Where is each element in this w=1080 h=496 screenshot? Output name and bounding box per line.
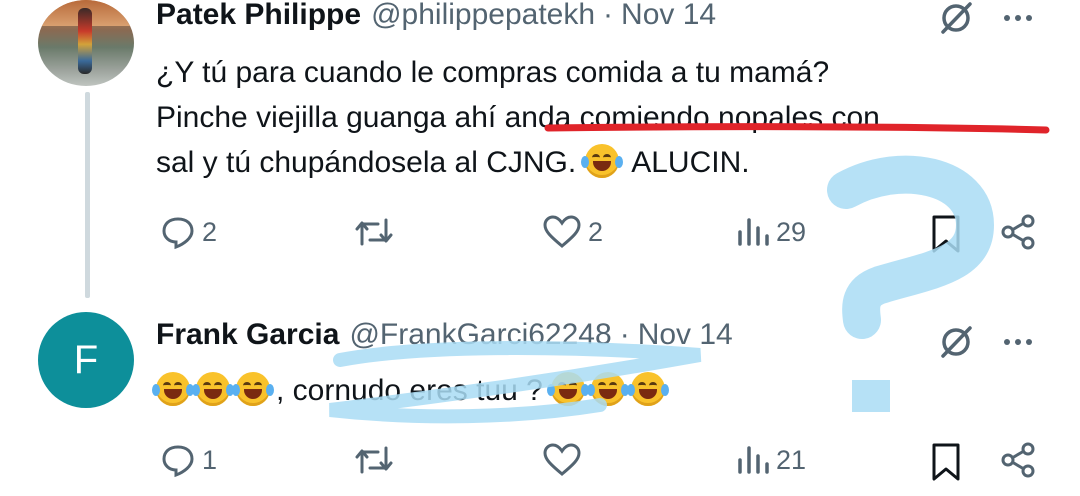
views-icon [738,446,769,474]
reply-button[interactable]: 1 [160,442,217,478]
tweet-text-line: sal y tú chupándosela al CJNG. ALUCIN. [156,140,880,185]
tweet-text-segment: sal y tú chupándosela al CJNG. [156,146,585,179]
more-icon[interactable] [998,0,1038,36]
tweet-text-segment: , cornudo eres tuu ? [276,374,552,407]
tweet-text-line: ¿Y tú para cuando le compras comida a tu… [156,56,830,89]
reply-count: 1 [202,444,218,475]
tweet-text: , cornudo eres tuu ? [152,368,671,413]
views-count: 21 [776,444,807,475]
like-icon [543,443,581,476]
avatar[interactable]: F [38,312,134,408]
author-handle[interactable]: @philippepatekh [371,0,595,32]
share-button[interactable] [1000,214,1036,250]
like-button[interactable] [542,442,588,478]
rofl-emoji [232,372,274,406]
bookmark-icon [932,443,960,481]
tears-of-joy-emoji [580,144,623,178]
action-bar: 2 2 29 [0,214,1080,264]
tweet-text: ¿Y tú para cuando le compras comida a tu… [156,50,880,185]
bookmark-button[interactable] [930,442,962,482]
action-bar: 1 21 [0,442,1080,492]
like-button[interactable]: 2 [542,214,603,250]
share-button[interactable] [1000,442,1036,478]
avatar[interactable] [38,0,134,86]
separator: · [603,0,614,31]
tweet-1[interactable]: Patek Philippe @philippepatekh · Nov 14 … [0,0,1080,300]
bookmark-button[interactable] [930,214,962,254]
rofl-emoji [627,372,670,406]
repost-button[interactable] [354,442,400,478]
thread-line [85,92,90,298]
repost-icon [355,218,393,246]
grok-icon[interactable] [938,0,974,36]
reply-icon [162,445,194,478]
views-button[interactable]: 29 [736,214,806,250]
share-icon [1001,442,1035,478]
tweet-date[interactable]: Nov 14 [621,0,716,32]
reply-button[interactable]: 2 [160,214,217,250]
views-icon [738,218,769,246]
repost-button[interactable] [354,214,400,250]
more-icon[interactable] [998,324,1038,360]
tweet-2[interactable]: F Frank Garcia @FrankGarci62248 · Nov 14… [0,300,1080,496]
separator: · [619,318,630,351]
views-button[interactable]: 21 [736,442,806,478]
like-count: 2 [588,216,604,247]
tweet-date[interactable]: Nov 14 [638,318,733,352]
views-count: 29 [776,216,807,247]
reply-icon [162,217,194,250]
tweet-header: Patek Philippe @philippepatekh · Nov 14 [156,0,716,32]
rofl-emoji [547,372,590,406]
rofl-emoji [587,372,630,406]
rofl-emoji [192,372,234,406]
like-icon [543,215,581,248]
reply-count: 2 [202,216,218,247]
grok-icon[interactable] [938,324,974,360]
tweet-text-line: Pinche viejilla guanga ahí anda comiendo… [156,101,880,134]
author-handle[interactable]: @FrankGarci62248 [349,318,611,352]
bookmark-icon [932,215,960,253]
author-name[interactable]: Patek Philippe [156,0,361,32]
repost-icon [355,446,393,474]
author-name[interactable]: Frank Garcia [156,318,339,352]
avatar-initial: F [73,337,99,382]
rofl-emoji [152,372,194,406]
share-icon [1001,214,1035,250]
tweet-text-segment: ALUCIN. [624,146,750,179]
tweet-header: Frank Garcia @FrankGarci62248 · Nov 14 [156,318,733,352]
